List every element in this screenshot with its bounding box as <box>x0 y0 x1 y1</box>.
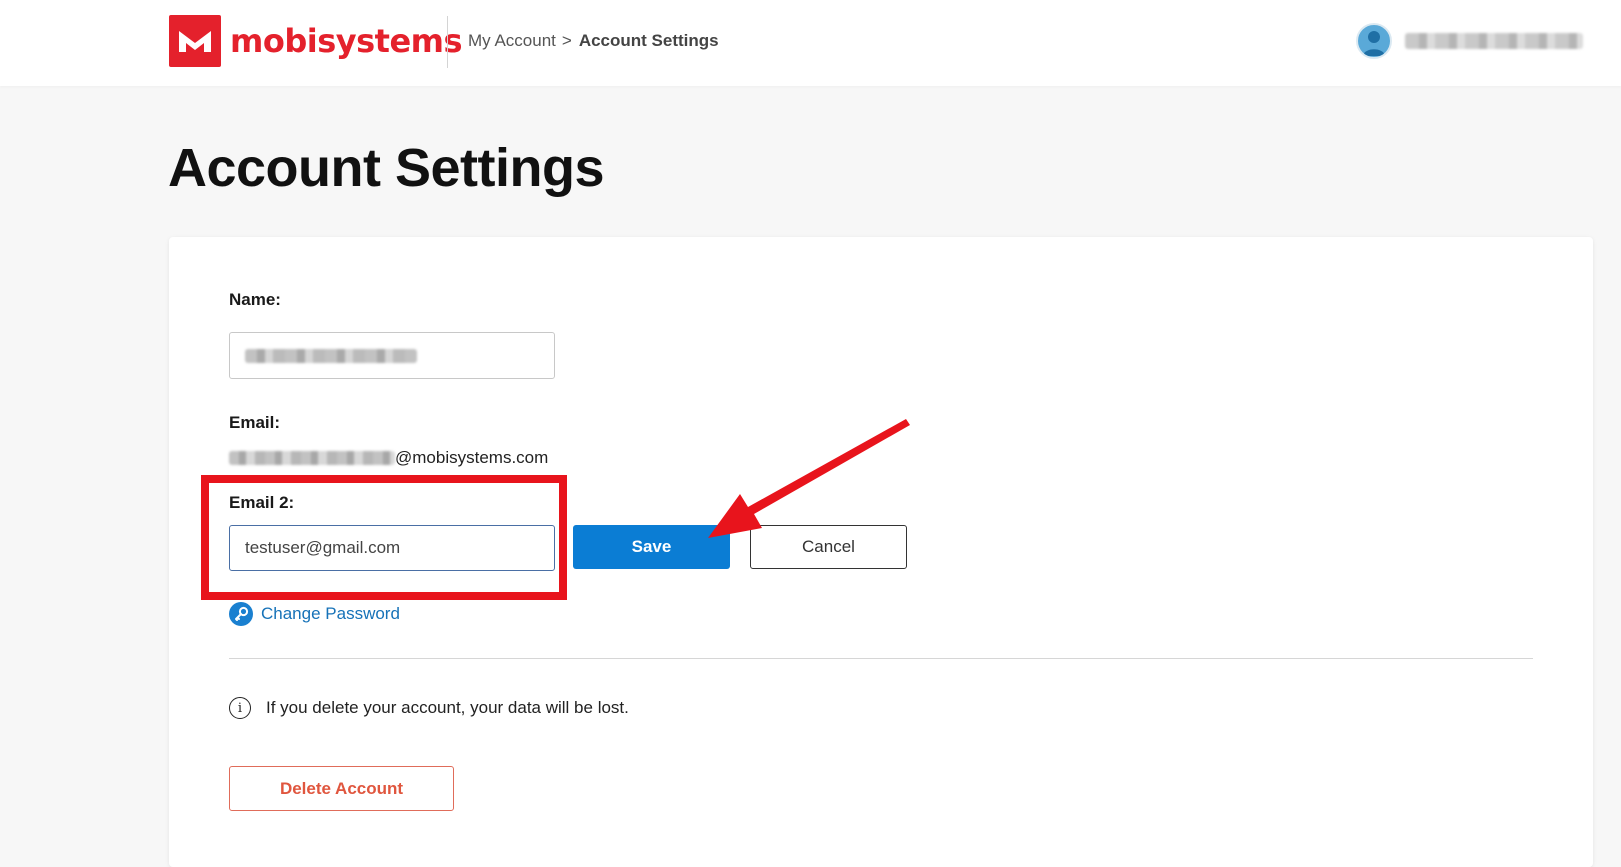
section-divider <box>229 658 1533 659</box>
change-password-link[interactable]: Change Password <box>229 602 400 626</box>
user-menu[interactable] <box>1356 23 1583 59</box>
email-label: Email: <box>229 413 281 432</box>
email-local-part-redacted <box>229 451 395 465</box>
delete-warning: i If you delete your account, your data … <box>229 697 629 719</box>
delete-account-button[interactable]: Delete Account <box>229 766 454 811</box>
header-divider <box>447 16 448 68</box>
breadcrumb-separator: > <box>561 31 572 50</box>
key-icon <box>229 602 253 626</box>
email-domain: @mobisystems.com <box>395 448 549 467</box>
user-silhouette-icon <box>1363 31 1385 56</box>
delete-warning-text: If you delete your account, your data wi… <box>266 698 629 717</box>
breadcrumb-my-account-link[interactable]: My Account <box>468 31 556 51</box>
name-label: Name: <box>229 290 281 309</box>
avatar[interactable] <box>1356 23 1392 59</box>
email-value: @mobisystems.com <box>229 448 548 468</box>
logo-m-icon <box>169 15 221 67</box>
name-input[interactable] <box>229 332 555 379</box>
annotation-highlight-box <box>201 475 567 600</box>
page-title: Account Settings <box>168 138 605 198</box>
top-navigation-bar: mobisystems My Account > Account Setting… <box>0 0 1621 86</box>
annotation-arrow-icon <box>708 419 910 538</box>
user-name-redacted <box>1405 33 1583 49</box>
name-value-redacted <box>245 349 417 363</box>
info-icon: i <box>229 697 251 719</box>
breadcrumb-current: Account Settings <box>578 31 719 50</box>
mobisystems-logo[interactable]: mobisystems <box>169 15 463 67</box>
breadcrumb: My Account > Account Settings <box>468 31 719 51</box>
change-password-label: Change Password <box>261 604 400 623</box>
logo-text: mobisystems <box>230 22 463 60</box>
